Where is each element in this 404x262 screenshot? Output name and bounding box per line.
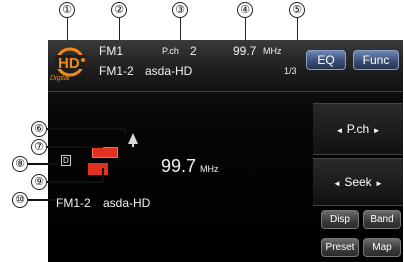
page-indicator: 1/3 bbox=[284, 66, 297, 76]
top-station-name: asda-HD bbox=[145, 64, 193, 78]
hd-radio-logo-icon: HD Digital bbox=[50, 42, 88, 88]
svg-text:HD: HD bbox=[58, 55, 80, 72]
pch-button[interactable]: ◄ P.ch ► bbox=[313, 103, 403, 155]
top-frequency-unit: MHz bbox=[263, 46, 282, 56]
leader-line-6 bbox=[47, 128, 125, 130]
red-status-icon bbox=[92, 147, 118, 158]
callout-1: ① bbox=[59, 2, 75, 18]
eq-button[interactable]: EQ bbox=[306, 50, 346, 70]
radio-screen: HD Digital FM1 P.ch 2 99.7 MHz FM1-2 asd… bbox=[48, 40, 403, 262]
preset-button[interactable]: Preset bbox=[321, 238, 359, 257]
digital-status-icon bbox=[88, 163, 108, 175]
callout-5: ⑤ bbox=[289, 2, 305, 18]
leader-line-10 bbox=[28, 199, 56, 201]
seek-button-label: Seek bbox=[344, 175, 372, 189]
leader-line-6-drop bbox=[124, 128, 126, 134]
seek-prev-icon[interactable]: ◄ bbox=[333, 179, 341, 188]
main-station-name: asda-HD bbox=[103, 196, 151, 210]
seek-next-icon[interactable]: ► bbox=[375, 179, 383, 188]
hd-indicator-icon: D bbox=[61, 155, 71, 166]
callout-8: ⑧ bbox=[12, 156, 28, 172]
callout-2: ② bbox=[111, 2, 127, 18]
callout-4: ④ bbox=[237, 2, 253, 18]
top-station: FM1-2 bbox=[99, 64, 134, 78]
manual-figure: ① ② ③ ④ ⑤ HD Digital FM1 P.ch 2 99.7 MHz bbox=[0, 0, 404, 262]
callout-7: ⑦ bbox=[31, 139, 47, 155]
disp-button[interactable]: Disp bbox=[321, 210, 359, 229]
callout-6: ⑥ bbox=[31, 121, 47, 137]
map-button[interactable]: Map bbox=[363, 238, 401, 257]
callout-3: ③ bbox=[172, 2, 188, 18]
top-info-bar: HD Digital FM1 P.ch 2 99.7 MHz FM1-2 asd… bbox=[48, 40, 403, 92]
pch-button-label: P.ch bbox=[346, 122, 370, 136]
pch-prev-icon[interactable]: ◄ bbox=[336, 126, 344, 135]
leader-line-8 bbox=[28, 163, 58, 165]
leader-line-9-rise bbox=[102, 168, 104, 182]
leader-line-9 bbox=[47, 181, 103, 183]
leader-line-7 bbox=[47, 146, 103, 148]
hd-logo-subtext: Digital bbox=[50, 75, 70, 82]
callout-9: ⑨ bbox=[31, 174, 47, 190]
pch-label: P.ch bbox=[162, 46, 179, 56]
seek-button[interactable]: ◄ Seek ► bbox=[313, 158, 403, 206]
callout-10: ⑩ bbox=[12, 192, 28, 208]
main-frequency: 99.7 bbox=[161, 156, 197, 176]
band-label: FM1 bbox=[99, 44, 123, 58]
band-button[interactable]: Band bbox=[363, 210, 401, 229]
signal-strength-icon bbox=[126, 130, 140, 153]
func-button[interactable]: Func bbox=[353, 50, 399, 70]
pch-next-icon[interactable]: ► bbox=[373, 126, 381, 135]
top-frequency: 99.7 bbox=[233, 44, 257, 58]
main-station: FM1-2 bbox=[56, 196, 91, 210]
main-frequency-unit: MHz bbox=[200, 164, 219, 174]
pch-value: 2 bbox=[190, 44, 197, 58]
